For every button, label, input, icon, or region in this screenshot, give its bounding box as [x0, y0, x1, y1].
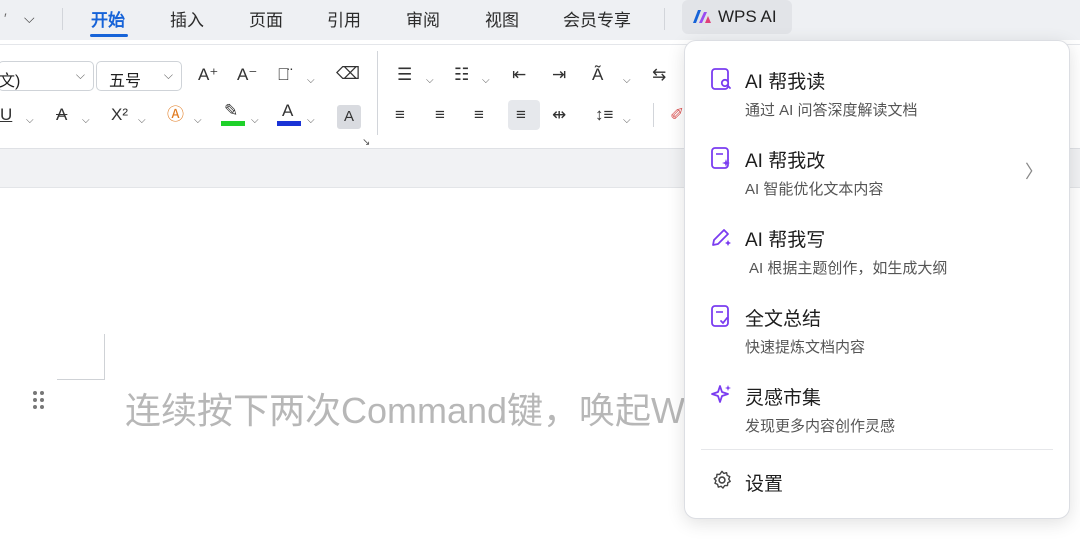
menu-item-title: AI 帮我读 — [745, 72, 826, 93]
wps-ai-menu: AI 帮我读 通过 AI 问答深度解读文档 AI 帮我改 AI 智能优化文本内容… — [684, 40, 1070, 519]
increase-indent-icon[interactable]: ⇥ — [552, 65, 566, 85]
eraser-icon[interactable]: ⌫ — [336, 64, 360, 84]
distributed-align-icon[interactable]: ⇹ — [552, 105, 566, 125]
document-placeholder-text[interactable]: 连续按下两次Command键，唤起WPS AI — [125, 382, 685, 434]
align-center-icon[interactable]: ≡ — [435, 105, 445, 125]
font-family-select[interactable]: 文) ⌵ — [0, 61, 94, 91]
document-search-icon — [711, 68, 731, 90]
menu-item-summary[interactable]: 全文总结 快速提炼文档内容 — [685, 278, 1069, 356]
chevron-down-icon[interactable]: ⌵ — [138, 111, 146, 131]
menu-item-title: AI 帮我改 — [745, 151, 826, 172]
menu-item-title: 全文总结 — [745, 309, 822, 330]
strikethrough-icon[interactable]: A — [56, 105, 67, 125]
chevron-down-icon: ⌵ — [75, 68, 85, 82]
font-family-value: 文) — [0, 73, 21, 90]
phonetic-guide-icon[interactable]: 文̈ — [277, 65, 290, 85]
tab-view[interactable]: 视图 — [485, 6, 519, 31]
chevron-down-icon: ⌵ — [163, 68, 173, 82]
page-corner-mark — [57, 379, 105, 380]
highlighter-icon[interactable]: ✎ — [224, 101, 238, 121]
quote-mark-icon: ′ — [4, 10, 7, 26]
tab-insert[interactable]: 插入 — [170, 6, 204, 31]
tab-page[interactable]: 页面 — [249, 6, 283, 31]
chevron-down-icon[interactable]: ⌵ — [426, 71, 434, 91]
bulleted-list-icon[interactable]: ☰ — [397, 65, 412, 85]
superscript-icon[interactable]: X² — [111, 105, 128, 125]
justify-button[interactable]: ≡ — [508, 100, 540, 130]
decrease-font-size-icon[interactable]: A⁻ — [237, 65, 257, 85]
menu-item-settings[interactable]: 设置 — [685, 461, 1069, 501]
document-check-icon — [711, 305, 729, 327]
numbered-list-icon[interactable]: ☷ — [454, 65, 469, 85]
underline-icon[interactable]: U — [0, 105, 12, 125]
character-shading-icon[interactable]: A — [337, 105, 361, 129]
ribbon-tab-bar: ′ ⌵ 开始 插入 页面 引用 审阅 视图 会员专享 WPS AI — [0, 0, 1080, 40]
font-size-select[interactable]: 五号 ⌵ — [96, 61, 182, 91]
align-justify-icon: ≡ — [516, 105, 526, 124]
format-painter-icon[interactable]: ✐ — [670, 105, 684, 125]
chevron-down-icon[interactable]: ⌵ — [251, 111, 259, 131]
divider — [62, 8, 63, 30]
chevron-right-icon: 〉 — [1025, 162, 1043, 182]
text-direction-icon[interactable]: Ã — [592, 65, 603, 85]
menu-item-title: 灵感市集 — [745, 388, 822, 409]
align-left-icon[interactable]: ≡ — [395, 105, 405, 125]
menu-item-ai-read[interactable]: AI 帮我读 通过 AI 问答深度解读文档 — [685, 41, 1069, 119]
chevron-down-icon[interactable]: ⌵ — [194, 111, 202, 131]
text-effect-icon[interactable]: Ⓐ — [167, 105, 184, 125]
increase-font-size-icon[interactable]: A⁺ — [198, 65, 218, 85]
tab-home[interactable]: 开始 — [91, 6, 125, 31]
chevron-down-icon[interactable]: ⌵ — [82, 111, 90, 131]
font-color-swatch — [277, 121, 301, 126]
menu-item-inspiration[interactable]: 灵感市集 发现更多内容创作灵感 — [685, 357, 1069, 435]
align-right-icon[interactable]: ≡ — [474, 105, 484, 125]
divider — [653, 103, 654, 127]
chevron-down-icon[interactable]: ⌵ — [307, 71, 315, 91]
menu-item-ai-write[interactable]: AI 帮我写 AI 根据主题创作，如生成大纲 — [685, 199, 1069, 277]
font-color-icon[interactable]: A — [282, 101, 293, 121]
tab-membership[interactable]: 会员专享 — [563, 6, 631, 31]
menu-item-desc: 发现更多内容创作灵感 — [745, 418, 896, 435]
menu-divider — [701, 449, 1053, 450]
wps-ai-label: WPS AI — [718, 7, 777, 26]
menu-item-desc: 快速提炼文档内容 — [745, 339, 866, 356]
pen-sparkle-icon — [712, 229, 731, 246]
document-sparkle-icon — [711, 147, 730, 169]
chevron-down-icon[interactable]: ⌵ — [307, 111, 315, 131]
settings-label: 设置 — [745, 474, 784, 495]
active-tab-indicator — [90, 34, 128, 37]
chevron-down-icon[interactable]: ⌵ — [623, 111, 631, 131]
menu-item-desc: AI 根据主题创作，如生成大纲 — [749, 260, 948, 277]
wps-ai-button[interactable]: WPS AI — [682, 0, 792, 34]
sort-icon[interactable]: ⇆ — [652, 65, 666, 85]
sparkle-icon — [711, 385, 731, 403]
chevron-down-icon[interactable]: ⌵ — [24, 8, 35, 28]
menu-item-desc: 通过 AI 问答深度解读文档 — [745, 102, 918, 119]
tab-references[interactable]: 引用 — [327, 6, 361, 31]
line-spacing-icon[interactable]: ↕≡ — [595, 105, 613, 125]
gear-icon — [713, 470, 731, 489]
menu-item-title: AI 帮我写 — [745, 230, 826, 251]
font-size-value: 五号 — [109, 73, 142, 90]
wps-ai-logo-icon — [693, 10, 711, 23]
divider — [664, 8, 665, 30]
menu-item-desc: AI 智能优化文本内容 — [745, 181, 884, 198]
page-corner-mark — [104, 334, 105, 380]
chevron-down-icon[interactable]: ⌵ — [623, 71, 631, 91]
chevron-down-icon[interactable]: ⌵ — [482, 71, 490, 91]
highlight-color-swatch — [221, 121, 245, 126]
drag-handle-icon[interactable] — [33, 391, 47, 413]
chevron-down-icon[interactable]: ⌵ — [26, 111, 34, 131]
decrease-indent-icon[interactable]: ⇤ — [512, 65, 526, 85]
tab-review[interactable]: 审阅 — [406, 6, 440, 31]
divider — [377, 51, 378, 135]
menu-item-ai-edit[interactable]: AI 帮我改 AI 智能优化文本内容 〉 — [685, 120, 1069, 198]
